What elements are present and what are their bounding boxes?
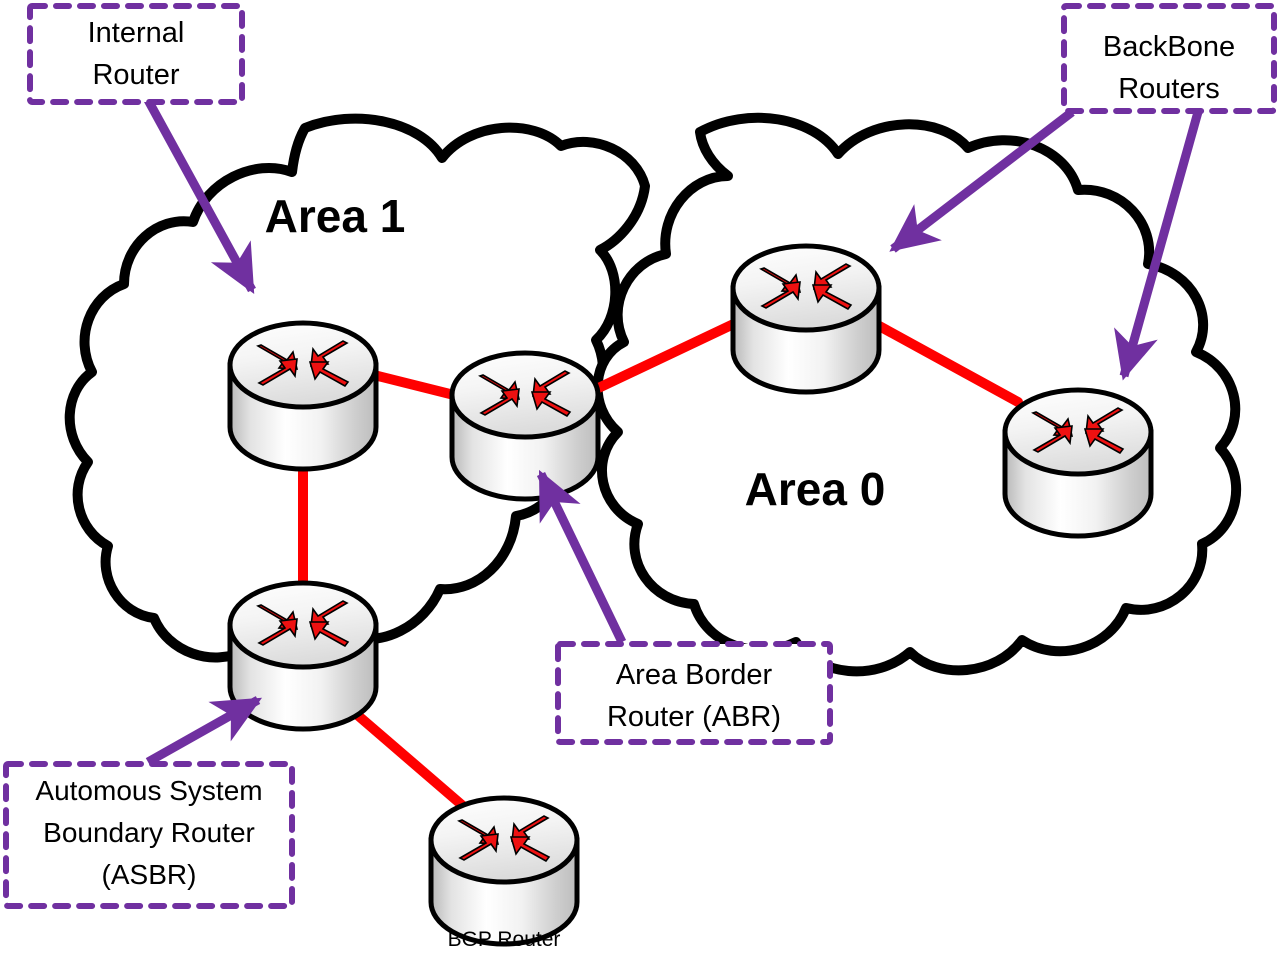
annotation-line-1: Internal	[88, 17, 185, 49]
router-top	[428, 795, 580, 885]
annotation-line-3: (ASBR)	[102, 859, 197, 890]
diagram-canvas: Area 1 Area 0 Internal Router BackBone R	[0, 0, 1279, 955]
annotation-internal-router[interactable]: Internal Router	[27, 3, 245, 105]
ospf-network-diagram: Area 1 Area 0 Internal Router BackBone R	[3, 3, 1277, 951]
annotation-asbr[interactable]: Automous System Boundary Router (ASBR)	[3, 761, 295, 909]
router-top	[227, 580, 379, 670]
annotation-line-1: BackBone	[1103, 31, 1235, 63]
router-abr-router[interactable]	[449, 350, 601, 502]
router-top	[449, 350, 601, 440]
annotation-backbone-routers[interactable]: BackBone Routers	[1061, 3, 1277, 114]
annotation-line-2: Router (ABR)	[607, 701, 781, 733]
annotation-line-1: Area Border	[616, 659, 773, 691]
router-backbone-router-1[interactable]	[730, 243, 882, 395]
area-label-area-1: Area 1	[265, 190, 406, 242]
router-top	[730, 243, 882, 333]
router-top	[1002, 387, 1154, 477]
router-bgp-router[interactable]	[428, 795, 580, 947]
annotation-line-2: Boundary Router	[43, 817, 255, 848]
captions: BGP Router	[448, 928, 561, 951]
arrow-asbr	[145, 696, 263, 766]
area-label-area-0: Area 0	[745, 463, 886, 515]
router-internal-router[interactable]	[227, 320, 379, 472]
annotation-line-2: Routers	[1118, 73, 1220, 105]
router-backbone-router-2[interactable]	[1002, 387, 1154, 539]
annotation-area-border-router[interactable]: Area Border Router (ABR)	[555, 641, 833, 745]
annotation-line-1: Automous System	[35, 775, 262, 806]
link-asbr-bgp	[335, 695, 475, 817]
router-top	[227, 320, 379, 410]
cloud-area-0	[592, 112, 1242, 677]
caption-bgp-router: BGP Router	[448, 928, 561, 951]
annotation-line-2: Router	[92, 59, 179, 91]
